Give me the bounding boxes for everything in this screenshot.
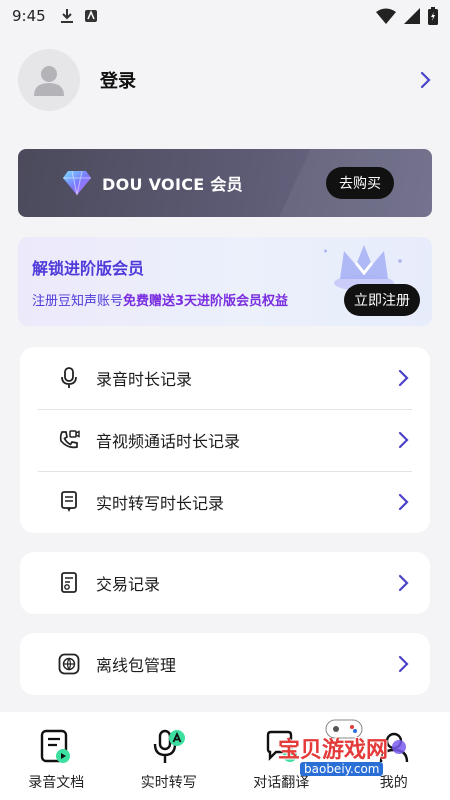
chevron-right-icon	[398, 493, 409, 511]
offline-package-row[interactable]: 离线包管理	[20, 633, 430, 695]
watermark-text: 宝贝游戏网	[278, 738, 389, 763]
offline-group: 离线包管理	[20, 633, 430, 695]
register-button[interactable]: 立即注册	[344, 284, 420, 316]
chevron-right-icon	[398, 574, 409, 592]
record-duration-row[interactable]: 录音时长记录	[20, 347, 430, 409]
promo-card[interactable]: 解锁进阶版会员 注册豆知声账号免费赠送3天进阶版会员权益 立即注册	[18, 237, 432, 326]
chevron-right-icon	[420, 71, 431, 89]
trade-record-label: 交易记录	[96, 575, 161, 594]
tab-recording-docs[interactable]: 录音文档	[6, 728, 106, 792]
tab-recording-docs-label: 录音文档	[28, 775, 85, 791]
realtime-transcribe-icon	[152, 728, 186, 766]
av-call-duration-label: 音视频通话时长记录	[96, 432, 241, 451]
diamond-icon	[63, 170, 91, 196]
default-avatar-icon	[34, 66, 64, 96]
status-time: 9:45	[12, 7, 46, 25]
transcribe-icon	[58, 491, 80, 513]
chevron-right-icon	[398, 431, 409, 449]
vip-membership-card[interactable]: DOU VOICE 会员 去购买	[18, 149, 432, 217]
receipt-icon	[58, 572, 80, 594]
chevron-right-icon	[398, 655, 409, 673]
login-label[interactable]: 登录	[100, 67, 136, 93]
promo-subtitle-highlight: 免费赠送3天进阶版会员权益	[123, 294, 289, 309]
watermark-url: baobeiy.com	[300, 762, 384, 776]
av-call-duration-row[interactable]: 音视频通话时长记录	[20, 409, 430, 471]
status-bar: 9:45	[0, 0, 450, 32]
microphone-icon	[58, 367, 80, 389]
tab-realtime-transcribe[interactable]: 实时转写	[119, 728, 219, 792]
battery-icon	[428, 7, 438, 25]
trade-record-row[interactable]: 交易记录	[20, 552, 430, 614]
buy-button[interactable]: 去购买	[326, 167, 394, 199]
download-icon	[60, 9, 73, 23]
promo-subtitle-prefix: 注册豆知声账号	[32, 294, 124, 309]
signal-icon	[404, 8, 420, 24]
login-row[interactable]: 登录	[18, 48, 432, 112]
transcribe-duration-row[interactable]: 实时转写时长记录	[20, 471, 430, 533]
vip-title: DOU VOICE 会员	[102, 175, 243, 194]
tab-realtime-transcribe-label: 实时转写	[140, 775, 197, 791]
wifi-icon	[376, 8, 396, 24]
offline-package-label: 离线包管理	[96, 656, 177, 675]
trade-group: 交易记录	[20, 552, 430, 614]
record-duration-label: 录音时长记录	[96, 370, 193, 389]
avatar[interactable]	[18, 49, 80, 111]
chevron-right-icon	[398, 369, 409, 387]
records-group: 录音时长记录 音视频通话时长记录 实时转写时长记录	[20, 347, 430, 533]
app-notification-icon	[84, 10, 97, 22]
transcribe-duration-label: 实时转写时长记录	[96, 494, 225, 513]
globe-icon	[58, 653, 80, 675]
video-call-icon	[58, 429, 80, 451]
recording-doc-icon	[39, 728, 73, 766]
watermark: 宝贝游戏网 baobeiy.com	[270, 719, 430, 780]
